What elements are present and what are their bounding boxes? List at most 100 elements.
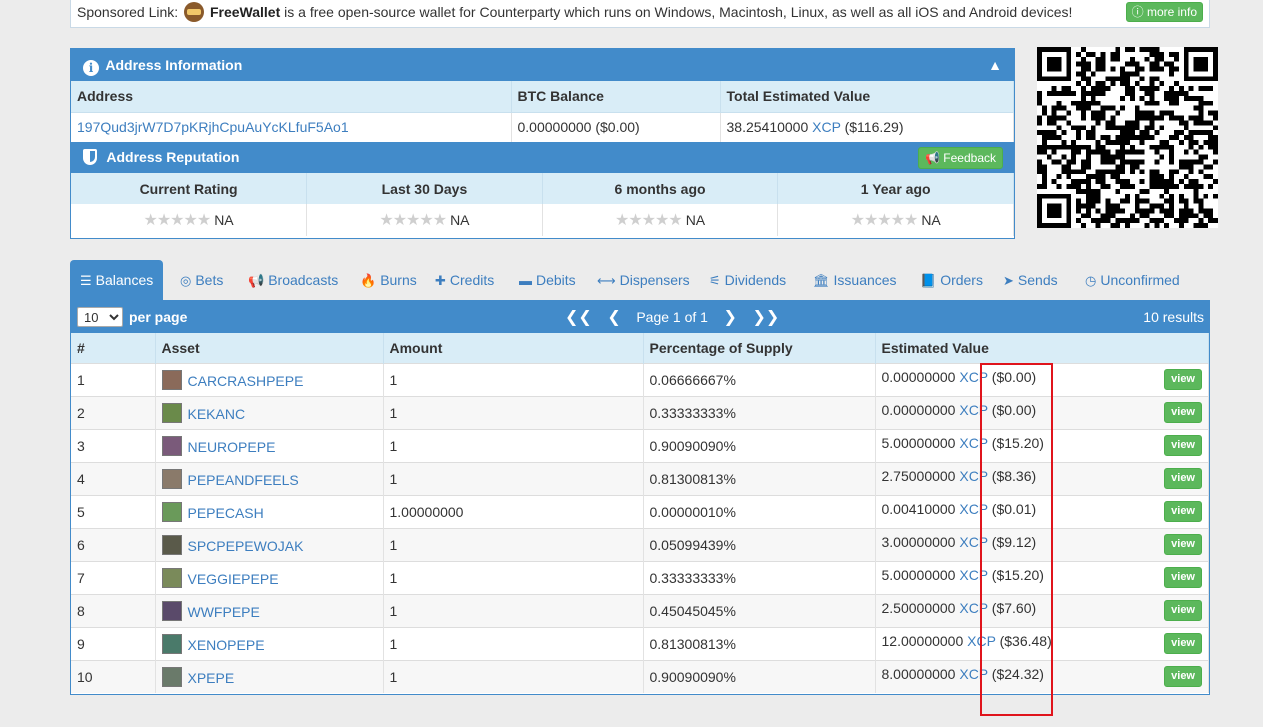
asset-link[interactable]: WWFPEPE — [188, 604, 260, 620]
paper-plane-icon: ➤ — [1003, 273, 1014, 288]
next-page-icon[interactable]: ❯ — [724, 307, 737, 327]
tab-label: Broadcasts — [268, 272, 339, 288]
chevron-up-icon[interactable]: ▲ — [988, 49, 1002, 81]
estimated-value-cell: 5.00000000 XCP ($15.20) view — [875, 560, 1209, 594]
tab-burns[interactable]: 🔥 Burns — [360, 260, 417, 301]
estimated-unit-link[interactable]: XCP — [959, 402, 988, 418]
estimated-unit-link[interactable]: XCP — [959, 435, 988, 451]
last-page-icon[interactable]: ❯❯ — [753, 307, 780, 327]
total-value-asset-link[interactable]: XCP — [812, 119, 841, 135]
amount-cell: 1 — [383, 428, 644, 462]
tab-bets[interactable]: ◎ Bets — [180, 260, 223, 301]
view-button[interactable]: view — [1164, 600, 1202, 621]
estimated-unit-link[interactable]: XCP — [959, 567, 988, 583]
estimated-unit-link[interactable]: XCP — [967, 633, 996, 649]
view-button[interactable]: view — [1164, 369, 1202, 390]
asset-link[interactable]: KEKANC — [188, 406, 246, 422]
estimated-usd: ($15.20) — [991, 567, 1044, 583]
asset-cell: KEKANC — [155, 395, 384, 429]
asset-link[interactable]: SPCPEPEWOJAK — [188, 538, 304, 554]
shield-icon — [83, 149, 97, 165]
estimated-unit-link[interactable]: XCP — [959, 666, 988, 682]
tab-issuances[interactable]: 🏛 Issuances — [813, 260, 897, 301]
tab-debits[interactable]: ▬ Debits — [519, 260, 576, 301]
estimated-unit-link[interactable]: XCP — [959, 501, 988, 517]
tab-label: Credits — [449, 272, 495, 288]
view-button[interactable]: view — [1164, 633, 1202, 654]
tab-dispensers[interactable]: ⟷ Dispensers — [597, 260, 690, 301]
estimated-unit-link[interactable]: XCP — [959, 468, 988, 484]
row-index: 6 — [71, 527, 156, 561]
view-button[interactable]: view — [1164, 435, 1202, 456]
percentage-cell: 0.81300813% — [643, 626, 876, 660]
estimated-unit-link[interactable]: XCP — [959, 534, 988, 550]
asset-link[interactable]: PEPECASH — [188, 505, 264, 521]
prev-page-icon[interactable]: ❮ — [607, 307, 620, 327]
rating-6-months-header: 6 months ago — [542, 173, 779, 204]
table-row: 5 PEPECASH 1.00000000 0.00000010% 0.0041… — [71, 494, 1209, 528]
view-button[interactable]: view — [1164, 567, 1202, 588]
estimated-usd: ($15.20) — [991, 435, 1044, 451]
tab-unconfirmed[interactable]: ◷ Unconfirmed — [1085, 260, 1180, 301]
view-button[interactable]: view — [1164, 402, 1202, 423]
view-button[interactable]: view — [1164, 534, 1202, 555]
tab-label: Issuances — [833, 272, 897, 288]
estimated-amount: 3.00000000 — [881, 534, 956, 550]
tab-label: Debits — [536, 272, 576, 288]
col-index: # — [71, 333, 156, 363]
asset-link[interactable]: VEGGIEPEPE — [188, 571, 279, 587]
view-button[interactable]: view — [1164, 468, 1202, 489]
address-info-table: Address BTC Balance Total Estimated Valu… — [71, 81, 1014, 142]
tab-broadcasts[interactable]: 📢 Broadcasts — [248, 260, 338, 301]
asset-link[interactable]: NEUROPEPE — [188, 439, 276, 455]
sponsor-brand-link[interactable]: FreeWallet — [210, 4, 280, 20]
asset-thumbnail-icon — [161, 567, 182, 588]
estimated-unit-link[interactable]: XCP — [959, 600, 988, 616]
estimated-value-cell: 2.75000000 XCP ($8.36) view — [875, 461, 1209, 495]
clock-icon: ◷ — [1085, 273, 1097, 288]
sitemap-icon: ⚟ — [709, 273, 721, 288]
asset-link[interactable]: XENOPEPE — [188, 637, 265, 653]
estimated-usd: ($0.00) — [991, 369, 1037, 385]
address-info-panel: i Address Information ▲ Address BTC Bala… — [70, 48, 1015, 239]
balances-toolbar: 10 per page ❮❮ ❮ Page 1 of 1 ❯ ❯❯ 10 res… — [71, 301, 1209, 333]
tab-balances[interactable]: ☰ Balances — [70, 260, 164, 301]
estimated-usd: ($9.12) — [991, 534, 1037, 550]
asset-link[interactable]: CARCRASHPEPE — [188, 373, 304, 389]
tab-credits[interactable]: ✚ Credits — [435, 260, 494, 301]
asset-thumbnail-icon — [161, 666, 182, 687]
asset-link[interactable]: XPEPE — [188, 670, 235, 686]
estimated-usd: ($0.01) — [991, 501, 1037, 517]
tab-label: Dividends — [724, 272, 787, 288]
col-asset: Asset — [155, 333, 384, 363]
tab-label: Dispensers — [619, 272, 690, 288]
address-info-header[interactable]: i Address Information ▲ — [71, 49, 1014, 81]
per-page-label: per page — [129, 309, 188, 325]
sponsor-description: is a free open-source wallet for Counter… — [284, 4, 1073, 20]
tab-label: Bets — [195, 272, 224, 288]
address-link[interactable]: 197Qud3jrW7D7pKRjhCpuAuYcKLfuF5Ao1 — [77, 119, 349, 135]
estimated-value-cell: 0.00000000 XCP ($0.00) view — [875, 395, 1209, 429]
per-page-select[interactable]: 10 — [77, 307, 123, 327]
rating-30-days-header: Last 30 Days — [306, 173, 543, 204]
total-value-usd: ($116.29) — [844, 119, 904, 136]
address-info-title: Address Information — [105, 57, 243, 73]
table-row: 8 WWFPEPE 1 0.45045045% 2.50000000 XCP (… — [71, 593, 1209, 627]
tab-label: Burns — [380, 272, 417, 288]
table-row: 10 XPEPE 1 0.90090090% 8.00000000 XCP ($… — [71, 659, 1209, 693]
row-index: 8 — [71, 593, 156, 627]
tab-orders[interactable]: 📘 Orders — [920, 260, 983, 301]
view-button[interactable]: view — [1164, 501, 1202, 522]
table-row: 4 PEPEANDFEELS 1 0.81300813% 2.75000000 … — [71, 461, 1209, 495]
first-page-icon[interactable]: ❮❮ — [565, 307, 592, 327]
view-button[interactable]: view — [1164, 666, 1202, 688]
more-info-button[interactable]: ⓘ more info — [1125, 2, 1203, 22]
asset-link[interactable]: PEPEANDFEELS — [188, 472, 299, 488]
estimated-unit-link[interactable]: XCP — [959, 369, 988, 385]
tab-dividends[interactable]: ⚟ Dividends — [709, 260, 786, 301]
sponsor-text: Sponsored Link: FreeWallet is a free ope… — [77, 2, 1072, 22]
tab-sends[interactable]: ➤ Sends — [1003, 260, 1058, 301]
table-row: 2 KEKANC 1 0.33333333% 0.00000000 XCP ($… — [71, 395, 1209, 429]
target-icon: ◎ — [180, 273, 192, 288]
feedback-button[interactable]: 📢 Feedback — [918, 147, 1003, 169]
